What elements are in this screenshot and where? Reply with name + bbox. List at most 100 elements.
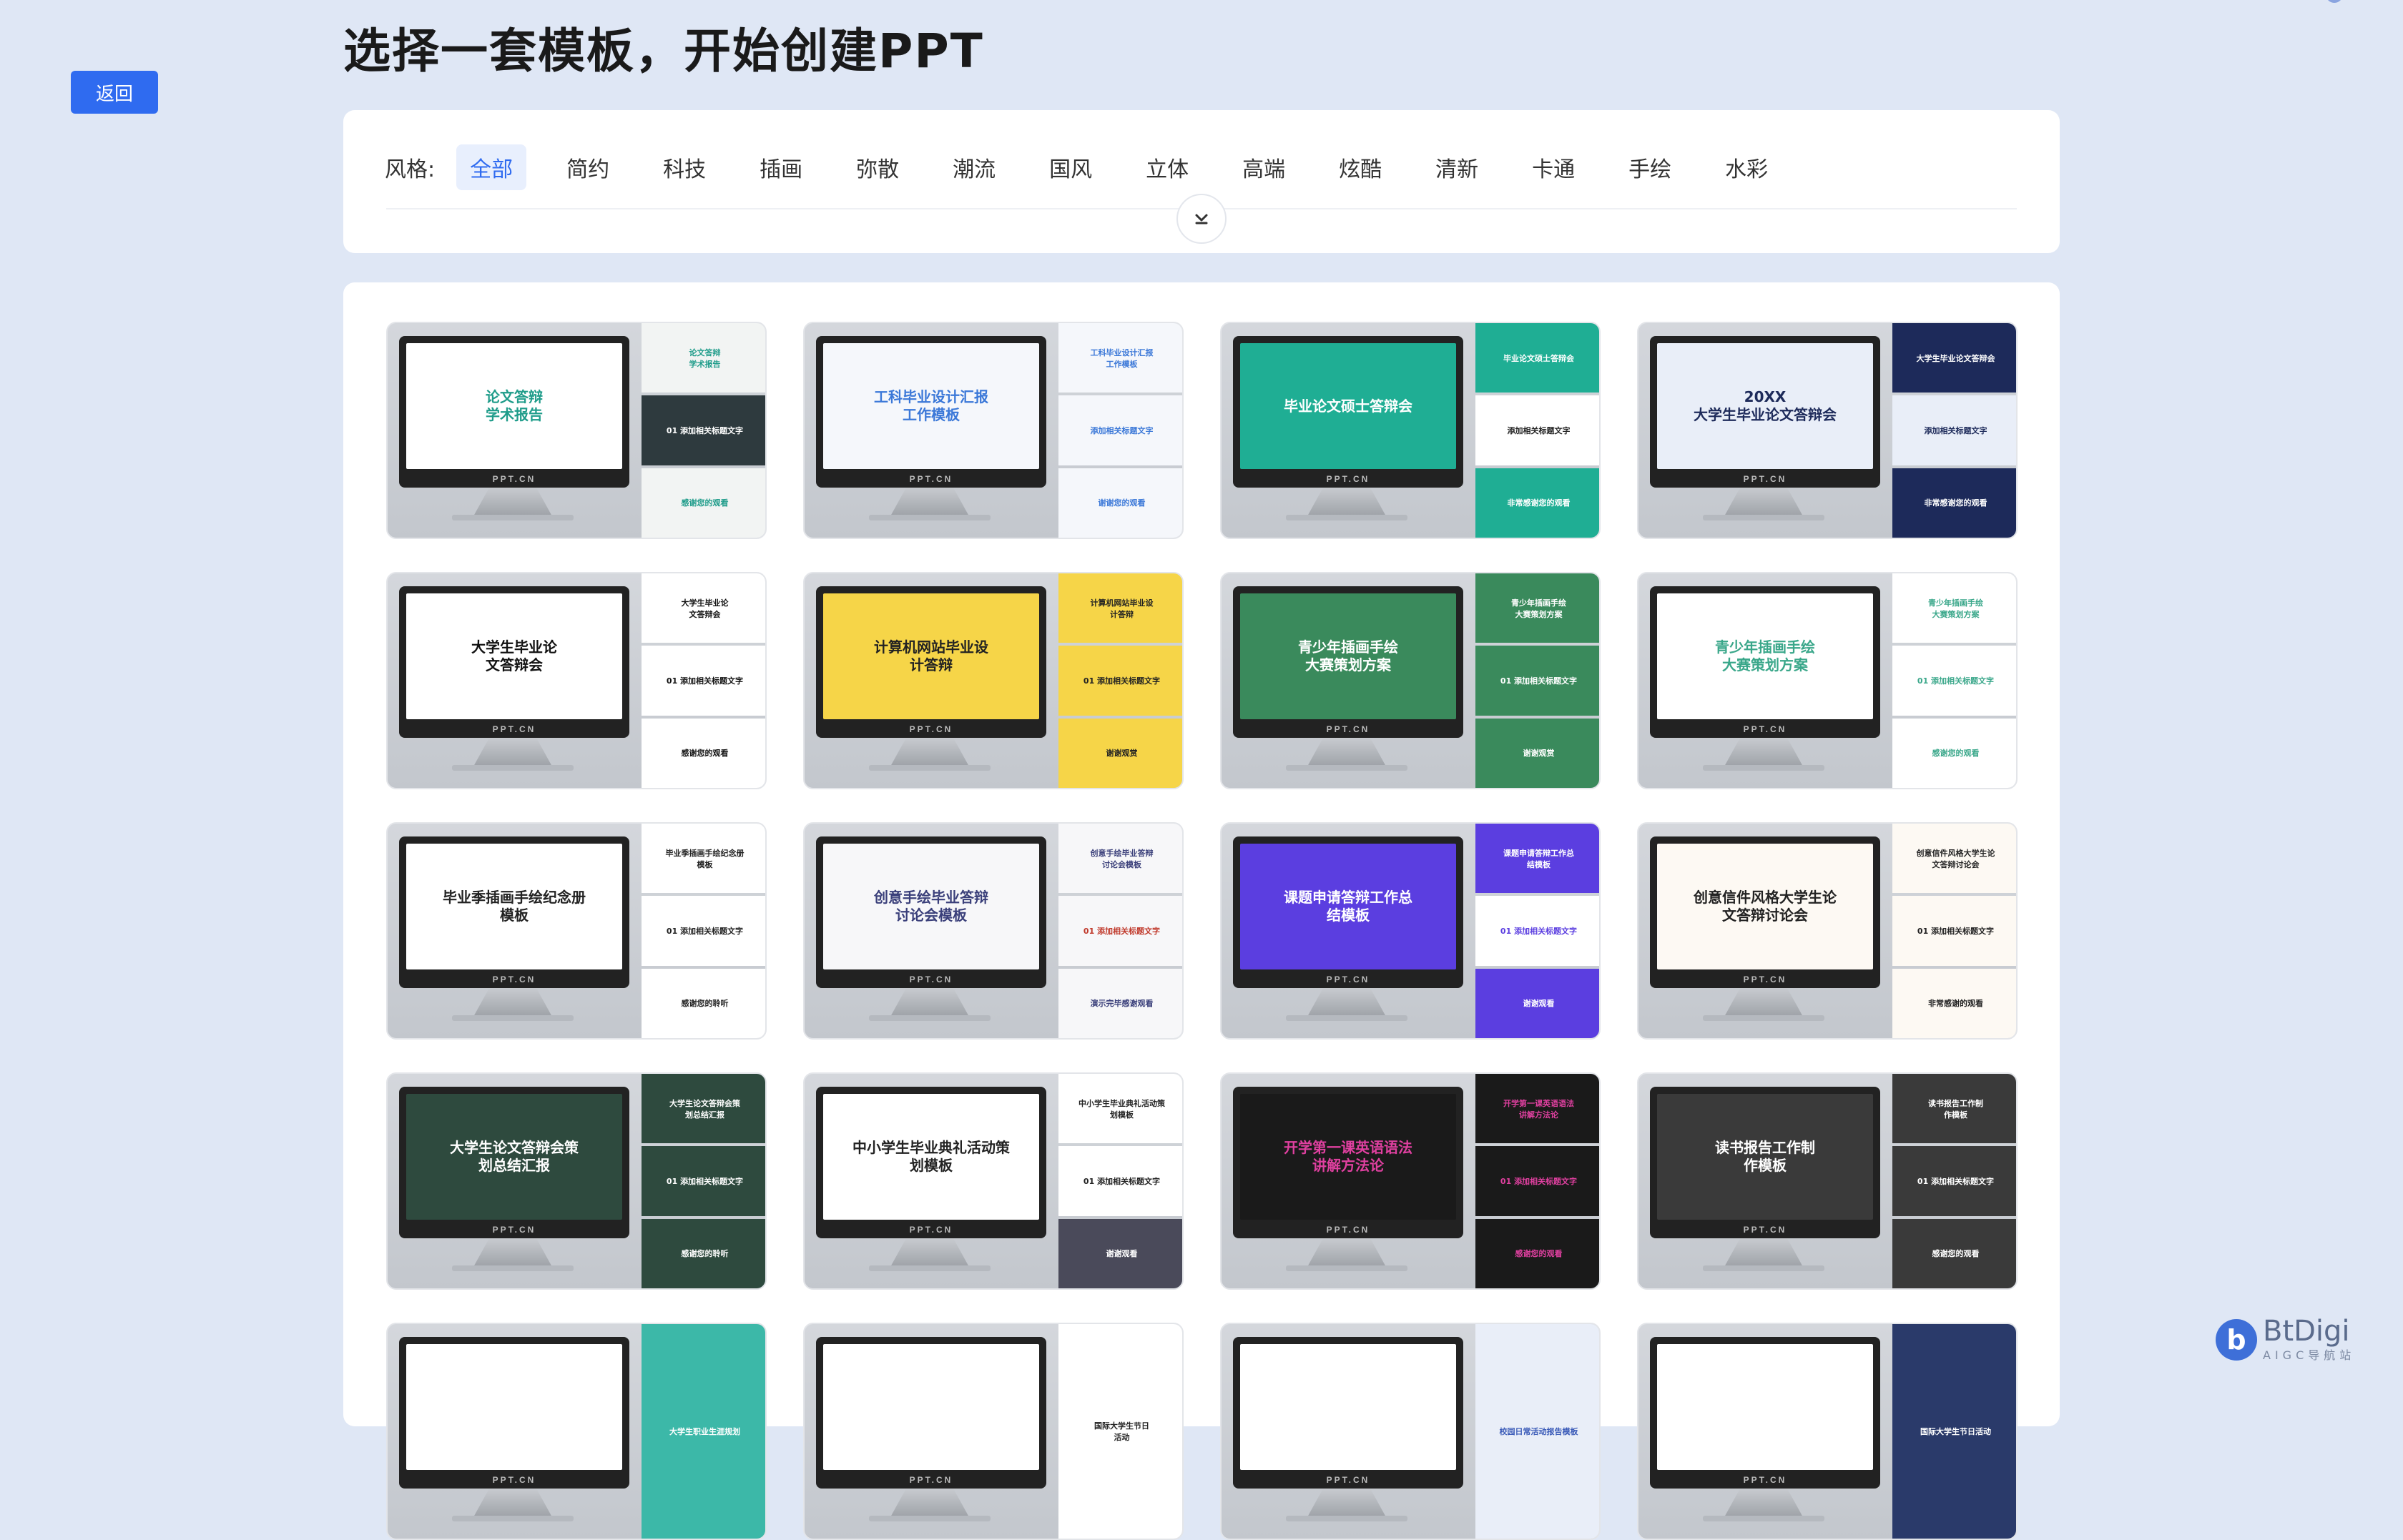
brand-watermark: PPT.CN <box>1326 474 1370 484</box>
template-title: 毕业季插画手绘纪念册 模板 <box>443 889 586 924</box>
side-slide-thumb: 计算机网站毕业设 计答辩 <box>1058 573 1182 643</box>
template-title: 课题申请答辩工作总 结模板 <box>1284 889 1412 924</box>
brand-watermark: PPT.CN <box>909 1475 953 1485</box>
monitor-stand <box>890 988 969 1017</box>
filter-tag[interactable]: 水彩 <box>1711 144 1782 190</box>
slide-preview: 青少年插画手绘 大赛策划方案 <box>1240 593 1456 719</box>
slide-preview: 青少年插画手绘 大赛策划方案 <box>1657 593 1873 719</box>
template-card[interactable]: 计算机网站毕业设 计答辩 PPT.CN 计算机网站毕业设 计答辩 01 添加相关标题文… <box>803 572 1184 789</box>
side-slide-thumb: 论文答辩 学术报告 <box>642 323 765 393</box>
template-title: 论文答辩 学术报告 <box>486 388 543 423</box>
filter-tag[interactable]: 清新 <box>1422 144 1492 190</box>
brand-watermark: PPT.CN <box>1326 974 1370 984</box>
side-slide-thumb: 课题申请答辩工作总 结模板 <box>1475 824 1599 894</box>
side-slide-thumb: 创意信件风格大学生论 文答辩讨论会 <box>1892 824 2016 894</box>
side-slide-thumb: 感谢您的观看 <box>1892 718 2016 788</box>
slide-preview <box>1240 1344 1456 1470</box>
filter-tag[interactable]: 高端 <box>1229 144 1299 190</box>
monitor-preview: 青少年插画手绘 大赛策划方案 PPT.CN <box>1233 586 1463 738</box>
style-filter-panel: 风格: 全部 简约 科技 插画 弥散 潮流 国风 立体 高端 炫酷 清新 卡通 手绘 水彩 <box>343 110 2060 253</box>
side-slides: 工科毕业设计汇报 工作模板 添加相关标题文字 谢谢您的观看 <box>1058 323 1182 538</box>
side-slide-thumb: 工科毕业设计汇报 工作模板 <box>1058 323 1182 393</box>
watermark-logo-icon: b <box>2216 1319 2257 1361</box>
filter-tag[interactable]: 科技 <box>649 144 719 190</box>
monitor-base <box>1286 1265 1407 1271</box>
template-title: 20XX 大学生毕业论文答辩会 <box>1694 388 1837 423</box>
brand-watermark: PPT.CN <box>492 974 536 984</box>
expand-filters-button[interactable] <box>1176 194 1227 244</box>
filter-tag[interactable]: 国风 <box>1036 144 1106 190</box>
monitor-preview: 创意信件风格大学生论 文答辩讨论会 PPT.CN <box>1650 836 1880 988</box>
template-title: 毕业论文硕士答辩会 <box>1284 397 1412 415</box>
side-slide-thumb: 大学生职业生涯规划 <box>642 1324 765 1539</box>
side-slide-thumb: 01 添加相关标题文字 <box>1058 1146 1182 1216</box>
monitor-stand <box>1307 1238 1386 1267</box>
template-card[interactable]: 读书报告工作制 作模板 PPT.CN 读书报告工作制 作模板 01 添加相关标题文字感… <box>1637 1072 2018 1290</box>
slide-preview <box>406 1344 622 1470</box>
filter-tag[interactable]: 炫酷 <box>1325 144 1395 190</box>
monitor-base <box>1286 515 1407 520</box>
side-slides: 国际大学生节日 活动 <box>1058 1324 1182 1539</box>
side-slide-thumb: 谢谢您的观看 <box>1058 468 1182 538</box>
back-button[interactable]: 返回 <box>71 71 158 114</box>
filter-tag[interactable]: 弥散 <box>842 144 913 190</box>
side-slides: 校园日常活动报告模板 <box>1475 1324 1599 1539</box>
filter-tag[interactable]: 全部 <box>456 144 527 190</box>
template-card[interactable]: PPT.CN 国际大学生节日活动 <box>1637 1323 2018 1540</box>
template-card[interactable]: 大学生论文答辩会策 划总结汇报 PPT.CN 大学生论文答辩会策 划总结汇报 01 添… <box>386 1072 767 1290</box>
template-card[interactable]: PPT.CN 国际大学生节日 活动 <box>803 1323 1184 1540</box>
brand-watermark: PPT.CN <box>1326 1225 1370 1235</box>
side-slide-thumb: 青少年插画手绘 大赛策划方案 <box>1892 573 2016 643</box>
template-card[interactable]: 毕业论文硕士答辩会 PPT.CN 毕业论文硕士答辩会 添加相关标题文字 非常感谢您的观看 <box>1220 322 1601 539</box>
template-card[interactable]: 20XX 大学生毕业论文答辩会 PPT.CN 大学生毕业论文答辩会 添加相关标题文字非… <box>1637 322 2018 539</box>
filter-tag[interactable]: 卡通 <box>1518 144 1588 190</box>
brand-watermark: PPT.CN <box>1743 1225 1787 1235</box>
filter-tag[interactable]: 立体 <box>1132 144 1202 190</box>
template-card[interactable]: 青少年插画手绘 大赛策划方案 PPT.CN 青少年插画手绘 大赛策划方案 01 添加相… <box>1637 572 2018 789</box>
monitor-preview: 毕业论文硕士答辩会 PPT.CN <box>1233 336 1463 488</box>
brand-watermark: PPT.CN <box>909 724 953 734</box>
template-title: 青少年插画手绘 大赛策划方案 <box>1715 638 1815 673</box>
monitor-stand <box>473 1489 552 1517</box>
monitor-base <box>452 515 574 520</box>
monitor-stand <box>1724 988 1803 1017</box>
side-slide-thumb: 开学第一课英语语法 讲解方法论 <box>1475 1074 1599 1144</box>
monitor-preview: 青少年插画手绘 大赛策划方案 PPT.CN <box>1650 586 1880 738</box>
filter-tag[interactable]: 手绘 <box>1615 144 1685 190</box>
side-slide-thumb: 01 添加相关标题文字 <box>1892 646 2016 716</box>
side-slide-thumb: 01 添加相关标题文字 <box>1475 896 1599 966</box>
filter-tag[interactable]: 简约 <box>553 144 623 190</box>
template-card[interactable]: 课题申请答辩工作总 结模板 PPT.CN 课题申请答辩工作总 结模板 01 添加相关标… <box>1220 822 1601 1040</box>
monitor-preview: 20XX 大学生毕业论文答辩会 PPT.CN <box>1650 336 1880 488</box>
slide-preview: 计算机网站毕业设 计答辩 <box>823 593 1039 719</box>
side-slide-thumb: 01 添加相关标题文字 <box>1892 896 2016 966</box>
filter-tag[interactable]: 插画 <box>746 144 816 190</box>
side-slide-thumb: 谢谢观赏 <box>1058 718 1182 788</box>
template-card[interactable]: 毕业季插画手绘纪念册 模板 PPT.CN 毕业季插画手绘纪念册 模板 01 添加相关标… <box>386 822 767 1040</box>
template-card[interactable]: 大学生毕业论 文答辩会 PPT.CN 大学生毕业论 文答辩会 01 添加相关标题文字感… <box>386 572 767 789</box>
monitor-preview: 中小学生毕业典礼活动策 划模板 PPT.CN <box>816 1087 1046 1238</box>
template-card[interactable]: 工科毕业设计汇报 工作模板 PPT.CN 工科毕业设计汇报 工作模板 添加相关标题文字… <box>803 322 1184 539</box>
side-slide-thumb: 演示完毕感谢观看 <box>1058 968 1182 1038</box>
template-card[interactable]: 论文答辩 学术报告 PPT.CN 论文答辩 学术报告 01 添加相关标题文字 感谢您的观… <box>386 322 767 539</box>
side-slide-thumb: 毕业季插画手绘纪念册 模板 <box>642 824 765 894</box>
side-slide-thumb: 感谢您的观看 <box>1475 1218 1599 1288</box>
monitor-preview: 工科毕业设计汇报 工作模板 PPT.CN <box>816 336 1046 488</box>
side-slide-thumb: 创意手绘毕业答辩 讨论会模板 <box>1058 824 1182 894</box>
side-slide-thumb: 谢谢观看 <box>1058 1218 1182 1288</box>
template-card[interactable]: 创意手绘毕业答辩 讨论会模板 PPT.CN 创意手绘毕业答辩 讨论会模板 01 添加相… <box>803 822 1184 1040</box>
monitor-preview: 开学第一课英语语法 讲解方法论 PPT.CN <box>1233 1087 1463 1238</box>
template-card[interactable]: PPT.CN 校园日常活动报告模板 <box>1220 1323 1601 1540</box>
template-card[interactable]: 青少年插画手绘 大赛策划方案 PPT.CN 青少年插画手绘 大赛策划方案 01 添加相… <box>1220 572 1601 789</box>
monitor-preview: 课题申请答辩工作总 结模板 PPT.CN <box>1233 836 1463 988</box>
template-grid: 论文答辩 学术报告 PPT.CN 论文答辩 学术报告 01 添加相关标题文字 感谢您的观… <box>343 282 2060 1540</box>
template-card[interactable]: 创意信件风格大学生论 文答辩讨论会 PPT.CN 创意信件风格大学生论 文答辩讨论会… <box>1637 822 2018 1040</box>
template-card[interactable]: 中小学生毕业典礼活动策 划模板 PPT.CN 中小学生毕业典礼活动策 划模板 01 添… <box>803 1072 1184 1290</box>
filter-tag[interactable]: 潮流 <box>939 144 1009 190</box>
monitor-stand <box>890 488 969 516</box>
template-title: 中小学生毕业典礼活动策 划模板 <box>852 1139 1010 1174</box>
template-card[interactable]: PPT.CN 大学生职业生涯规划 <box>386 1323 767 1540</box>
template-card[interactable]: 开学第一课英语语法 讲解方法论 PPT.CN 开学第一课英语语法 讲解方法论 01 添… <box>1220 1072 1601 1290</box>
side-slide-thumb: 01 添加相关标题文字 <box>642 896 765 966</box>
side-slide-thumb: 非常感谢您的观看 <box>1475 468 1599 538</box>
